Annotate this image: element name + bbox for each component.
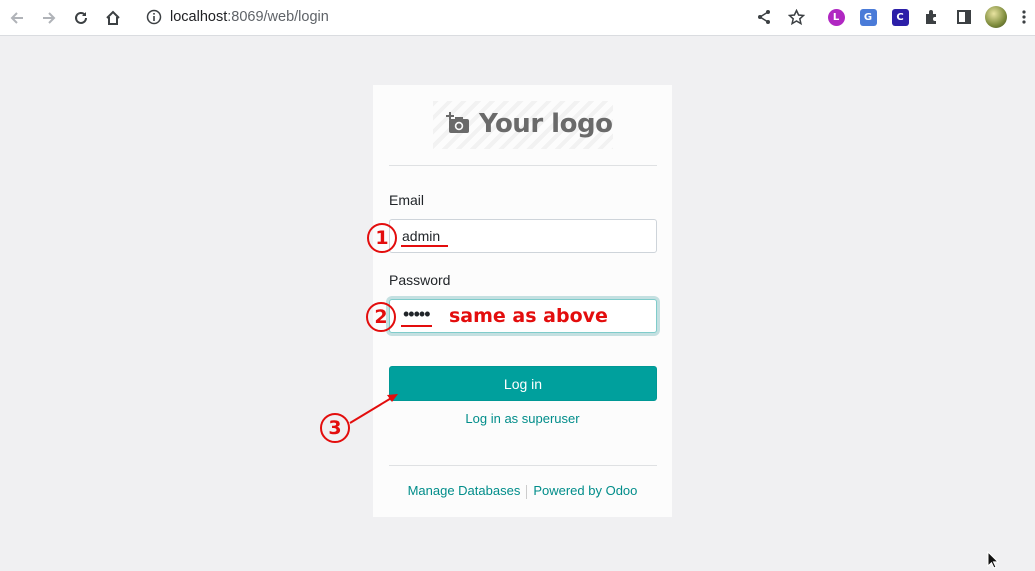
- step-2-marker: 2: [366, 302, 396, 332]
- extension-lt-icon[interactable]: L: [826, 7, 846, 27]
- login-button[interactable]: Log in: [389, 366, 657, 401]
- mouse-cursor-icon: [987, 551, 999, 569]
- login-card: Your logo Email admin Password ••••• Log…: [373, 85, 672, 517]
- bookmark-star-icon[interactable]: [786, 7, 806, 27]
- company-logo: Your logo: [433, 101, 613, 149]
- email-field[interactable]: admin: [389, 219, 657, 253]
- url-text: localhost:8069/web/login: [170, 9, 329, 25]
- menu-icon[interactable]: [1019, 7, 1029, 27]
- url-path: :8069/web/login: [227, 9, 329, 25]
- camera-plus-icon: [446, 112, 470, 139]
- extension-translate-icon[interactable]: G: [858, 7, 878, 27]
- email-value: admin: [402, 228, 441, 244]
- superuser-login-link[interactable]: Log in as superuser: [373, 411, 672, 426]
- manage-databases-link[interactable]: Manage Databases: [408, 483, 521, 498]
- footer-divider: [389, 465, 657, 466]
- powered-by-odoo-link[interactable]: Powered by Odoo: [533, 483, 637, 498]
- share-icon[interactable]: [754, 7, 774, 27]
- email-label: Email: [389, 192, 425, 208]
- url-host: localhost: [170, 9, 228, 25]
- step-2-underline: [401, 325, 432, 327]
- annotation-note: same as above: [449, 305, 608, 327]
- footer-separator: [526, 484, 528, 499]
- superuser-link-label[interactable]: Log in as superuser: [465, 411, 579, 426]
- home-icon[interactable]: [101, 6, 125, 30]
- browser-toolbar: localhost:8069/web/login L G C: [0, 0, 1035, 36]
- side-panel-icon[interactable]: [954, 7, 974, 27]
- password-label: Password: [389, 272, 451, 288]
- profile-avatar[interactable]: [985, 6, 1007, 28]
- site-info-icon[interactable]: [146, 9, 162, 30]
- back-icon[interactable]: [5, 6, 29, 30]
- password-value: •••••: [403, 304, 430, 324]
- address-bar[interactable]: localhost:8069/web/login: [136, 3, 820, 32]
- forward-icon[interactable]: [37, 6, 61, 30]
- step-1-marker: 1: [367, 223, 397, 253]
- step-3-arrow-icon: [349, 394, 398, 424]
- step-1-underline: [401, 245, 448, 247]
- extension-c-icon[interactable]: C: [890, 7, 910, 27]
- logo-text: Your logo: [479, 109, 613, 139]
- extensions-puzzle-icon[interactable]: [922, 7, 942, 27]
- reload-icon[interactable]: [69, 6, 93, 30]
- divider: [389, 165, 657, 166]
- login-footer: Manage Databases Powered by Odoo: [373, 483, 672, 499]
